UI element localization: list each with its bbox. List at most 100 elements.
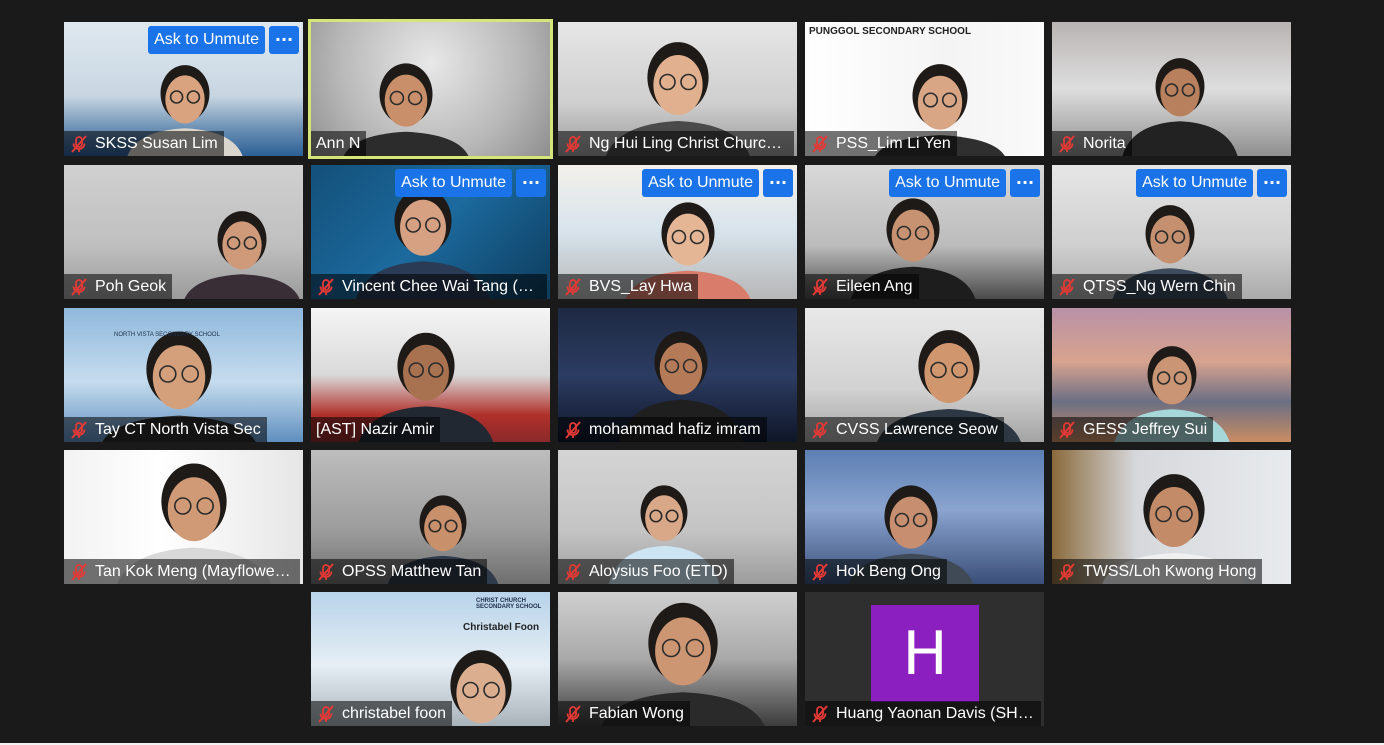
muted-mic-icon	[565, 704, 581, 723]
participant-name-tag: Tay CT North Vista Sec	[64, 417, 267, 442]
participant-name: Ann N	[316, 134, 361, 152]
muted-mic-icon	[812, 277, 828, 296]
participant-tile[interactable]: Fabian Wong	[558, 592, 797, 726]
participant-name-tag: Vincent Chee Wai Tang (NCHS)	[311, 274, 547, 299]
video-grid: SKSS Susan Lim Ask to Unmute ··· Ann N Ng Hu…	[0, 0, 1384, 745]
muted-mic-icon	[318, 704, 334, 723]
muted-mic-icon	[71, 562, 87, 581]
participant-tile[interactable]: BVS_Lay Hwa Ask to Unmute ···	[558, 165, 797, 299]
muted-mic-icon	[565, 134, 581, 153]
participant-name: PSS_Lim Li Yen	[836, 134, 951, 152]
participant-name-tag: OPSS Matthew Tan	[311, 559, 488, 584]
participant-tile[interactable]: PUNGGOL SECONDARY SCHOOL PSS_Lim Li Yen	[805, 22, 1044, 156]
participant-name-tag: Eileen Ang	[805, 274, 919, 299]
participant-name: christabel foon	[342, 704, 447, 722]
participant-name-tag: christabel foon	[311, 701, 453, 726]
more-options-button[interactable]: ···	[763, 169, 793, 197]
background-school-text: PUNGGOL SECONDARY SCHOOL	[809, 26, 972, 37]
background-school-subtext: CHRIST CHURCH SECONDARY SCHOOL	[476, 598, 542, 610]
participant-tile[interactable]: TWSS/Loh Kwong Hong	[1052, 450, 1291, 584]
participant-name: [AST] Nazir Amir	[316, 420, 435, 438]
muted-mic-icon	[318, 277, 334, 296]
background-school-text: Christabel Foon	[463, 622, 540, 633]
participant-tile[interactable]: SKSS Susan Lim Ask to Unmute ···	[64, 22, 303, 156]
participant-tile[interactable]: CVSS Lawrence Seow	[805, 308, 1044, 442]
participant-name: Eileen Ang	[836, 277, 913, 295]
muted-mic-icon	[1059, 134, 1075, 153]
participant-tile[interactable]: Vincent Chee Wai Tang (NCHS) Ask to Unmut…	[311, 165, 550, 299]
participant-tile[interactable]: GESS Jeffrey Sui	[1052, 308, 1291, 442]
participant-name: Poh Geok	[95, 277, 167, 295]
ask-to-unmute-button[interactable]: Ask to Unmute	[148, 26, 265, 54]
more-options-button[interactable]: ···	[269, 26, 299, 54]
ask-to-unmute-button[interactable]: Ask to Unmute	[1136, 169, 1253, 197]
participant-name-tag: Huang Yaonan Davis (SH Secondary School)	[805, 701, 1041, 726]
participant-name-tag: GESS Jeffrey Sui	[1052, 417, 1214, 442]
participant-name-tag: BVS_Lay Hwa	[558, 274, 699, 299]
participant-name: QTSS_Ng Wern Chin	[1083, 277, 1236, 295]
tile-controls: Ask to Unmute ···	[642, 169, 793, 197]
muted-mic-icon	[71, 134, 87, 153]
participant-name: Fabian Wong	[589, 704, 684, 722]
participant-name: Hok Beng Ong	[836, 562, 941, 580]
participant-name: Vincent Chee Wai Tang (NCHS)	[342, 277, 541, 295]
participant-name: BVS_Lay Hwa	[589, 277, 693, 295]
avatar: H	[871, 605, 979, 702]
participant-tile[interactable]: [AST] Nazir Amir	[311, 308, 550, 442]
muted-mic-icon	[812, 134, 828, 153]
participant-name: Ng Hui Ling Christ Church Secondary Scho…	[589, 134, 788, 152]
participant-name-tag: Tan Kok Meng (Mayflower Secondary School…	[64, 559, 300, 584]
participant-tile[interactable]: Aloysius Foo (ETD)	[558, 450, 797, 584]
participant-tile[interactable]: QTSS_Ng Wern Chin Ask to Unmute ···	[1052, 165, 1291, 299]
participant-name-tag: [AST] Nazir Amir	[311, 417, 441, 442]
muted-mic-icon	[318, 562, 334, 581]
tile-controls: Ask to Unmute ···	[395, 169, 546, 197]
participant-name-tag: CVSS Lawrence Seow	[805, 417, 1004, 442]
participant-name: Tan Kok Meng (Mayflower Secondary School…	[95, 562, 294, 580]
muted-mic-icon	[812, 420, 828, 439]
participant-tile[interactable]: OPSS Matthew Tan	[311, 450, 550, 584]
participant-tile[interactable]: mohammad hafiz imram	[558, 308, 797, 442]
ask-to-unmute-button[interactable]: Ask to Unmute	[642, 169, 759, 197]
participant-tile[interactable]: Hok Beng Ong	[805, 450, 1044, 584]
participant-name-tag: Fabian Wong	[558, 701, 690, 726]
participant-tile[interactable]: Tan Kok Meng (Mayflower Secondary School…	[64, 450, 303, 584]
muted-mic-icon	[565, 277, 581, 296]
tile-controls: Ask to Unmute ···	[889, 169, 1040, 197]
muted-mic-icon	[1059, 277, 1075, 296]
muted-mic-icon	[565, 420, 581, 439]
participant-name-tag: SKSS Susan Lim	[64, 131, 224, 156]
participant-name: Aloysius Foo (ETD)	[589, 562, 728, 580]
muted-mic-icon	[71, 277, 87, 296]
muted-mic-icon	[812, 704, 828, 723]
participant-tile[interactable]: NORTH VISTA SECONDARY SCHOOL Tay CT North…	[64, 308, 303, 442]
muted-mic-icon	[812, 562, 828, 581]
participant-name-tag: Aloysius Foo (ETD)	[558, 559, 734, 584]
participant-name-tag: Ann N	[311, 131, 367, 156]
participant-tile[interactable]: Ann N	[308, 19, 553, 159]
participant-name-tag: Ng Hui Ling Christ Church Secondary Scho…	[558, 131, 794, 156]
more-options-button[interactable]: ···	[1010, 169, 1040, 197]
participant-tile[interactable]: Eileen Ang Ask to Unmute ···	[805, 165, 1044, 299]
participant-name-tag: mohammad hafiz imram	[558, 417, 767, 442]
participant-name-tag: QTSS_Ng Wern Chin	[1052, 274, 1242, 299]
participant-tile[interactable]: Christabel Foon CHRIST CHURCH SECONDARY S…	[311, 592, 550, 726]
participant-name-tag: Poh Geok	[64, 274, 173, 299]
more-options-button[interactable]: ···	[1257, 169, 1287, 197]
tile-controls: Ask to Unmute ···	[148, 26, 299, 54]
ask-to-unmute-button[interactable]: Ask to Unmute	[395, 169, 512, 197]
tile-controls: Ask to Unmute ···	[1136, 169, 1287, 197]
participant-tile[interactable]: H Huang Yaonan Davis (SH Secondary School…	[805, 592, 1044, 726]
participant-name: SKSS Susan Lim	[95, 134, 218, 152]
more-options-button[interactable]: ···	[516, 169, 546, 197]
ask-to-unmute-button[interactable]: Ask to Unmute	[889, 169, 1006, 197]
muted-mic-icon	[565, 562, 581, 581]
participant-name: Tay CT North Vista Sec	[95, 420, 261, 438]
participant-tile[interactable]: Ng Hui Ling Christ Church Secondary Scho…	[558, 22, 797, 156]
participant-tile[interactable]: Norita	[1052, 22, 1291, 156]
participant-tile[interactable]: Poh Geok	[64, 165, 303, 299]
participant-name: CVSS Lawrence Seow	[836, 420, 998, 438]
background-school-text: NORTH VISTA SECONDARY SCHOOL	[114, 332, 220, 338]
participant-name: GESS Jeffrey Sui	[1083, 420, 1208, 438]
muted-mic-icon	[71, 420, 87, 439]
